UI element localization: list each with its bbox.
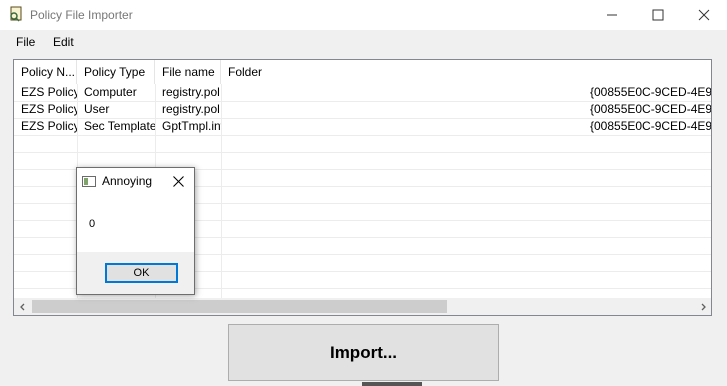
cell-policy-type: User [84,102,110,116]
ok-button[interactable]: OK [105,263,178,283]
cell-file-name: registry.pol [162,85,220,99]
scroll-left-button[interactable] [14,298,31,315]
cell-policy-type: Computer [84,85,137,99]
dialog-footer: OK [77,252,194,294]
dialog-title: Annoying [102,174,153,188]
menu-bar: File Edit [0,32,727,52]
dialog-message: 0 [89,218,96,230]
cell-policy-type: Sec Template [84,119,155,133]
cell-folder: {00855E0C-9CED-4E9E- [590,102,711,116]
column-header-folder[interactable]: Folder [221,60,711,84]
menu-edit[interactable]: Edit [53,35,74,49]
menu-file[interactable]: File [16,35,35,49]
import-button[interactable]: Import... [228,324,499,381]
maximize-icon [652,9,664,21]
close-icon [172,175,184,187]
chevron-right-icon [701,303,706,310]
cell-folder: {00855E0C-9CED-4E9E- [590,85,711,99]
scroll-thumb[interactable] [32,300,447,313]
column-header-file-name[interactable]: File name [155,60,221,84]
maximize-button[interactable] [635,0,681,30]
window-edge [362,382,422,386]
table-row[interactable]: EZS Policy Computer registry.pol {00855E… [14,84,711,101]
table-row[interactable]: EZS Policy User registry.pol {00855E0C-9… [14,101,711,118]
close-button[interactable] [681,0,727,30]
dialog-title-bar: Annoying [77,168,194,194]
window-app-icon [82,176,96,187]
policy-file-icon [10,6,22,22]
grid-line [14,152,711,153]
table-row[interactable]: EZS Policy Sec Template GptTmpl.inf {008… [14,118,711,135]
cell-file-name: registry.pol [162,102,220,116]
cell-file-name: GptTmpl.inf [162,119,221,133]
horizontal-scrollbar[interactable] [14,298,711,315]
minimize-icon [607,14,617,16]
column-header-policy-type[interactable]: Policy Type [77,60,155,84]
window-title: Policy File Importer [30,8,133,22]
chevron-left-icon [19,303,24,310]
cell-policy-name: EZS Policy [21,119,77,133]
close-icon [698,9,710,21]
scroll-right-button[interactable] [694,298,711,315]
minimize-button[interactable] [589,0,635,30]
column-header-policy-name[interactable]: Policy N... [14,60,77,84]
list-header: Policy N... Policy Type File name Folder [14,60,711,84]
cell-policy-name: EZS Policy [21,102,77,116]
dialog-close-button[interactable] [169,172,187,190]
cell-policy-name: EZS Policy [21,85,77,99]
cell-folder: {00855E0C-9CED-4E9E- [590,119,711,133]
message-dialog: Annoying 0 OK [76,167,195,295]
grid-line [14,135,711,136]
title-bar: Policy File Importer [0,0,727,30]
